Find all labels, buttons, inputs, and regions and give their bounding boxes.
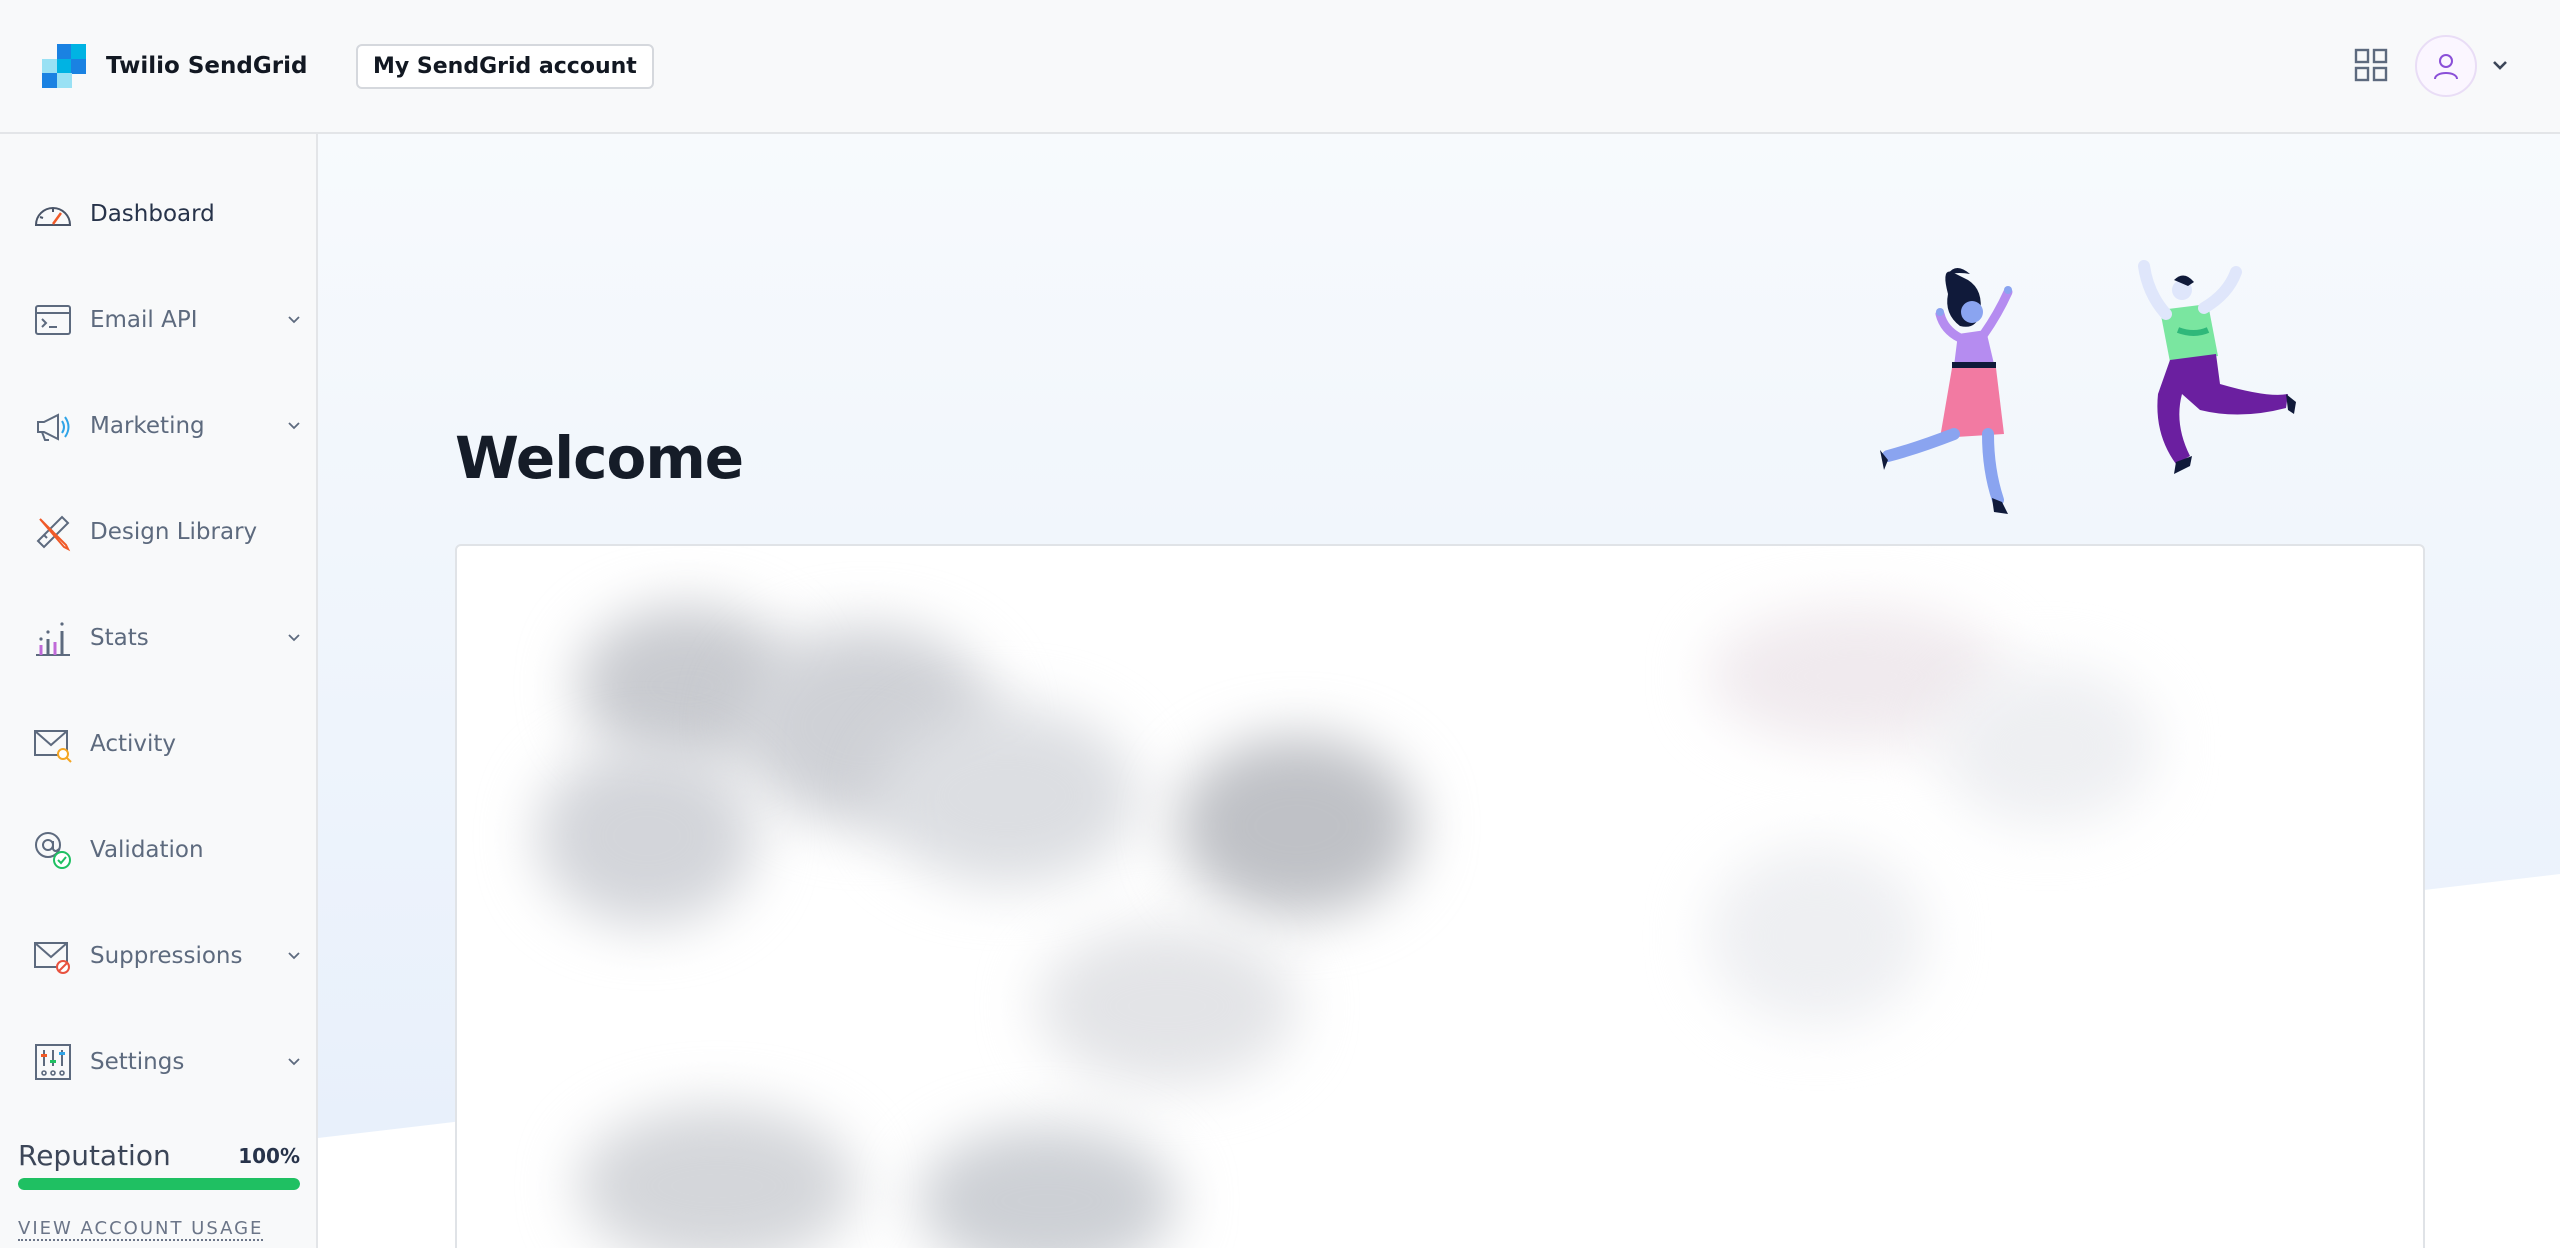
sidebar-item-design-library[interactable]: Design Library [0, 492, 316, 572]
reputation-bar [18, 1178, 300, 1190]
sidebar-item-dashboard[interactable]: Dashboard [0, 174, 316, 254]
sidebar-item-stats[interactable]: Stats [0, 598, 316, 678]
main-content: Welcome [318, 134, 2560, 1248]
sidebar-item-label: Dashboard [90, 201, 215, 227]
view-account-usage-link[interactable]: VIEW ACCOUNT USAGE [18, 1218, 264, 1241]
sidebar-item-marketing[interactable]: Marketing [0, 386, 316, 466]
celebration-illustration [1880, 260, 2296, 514]
sliders-icon [35, 1044, 71, 1080]
chevron-down-icon [288, 422, 300, 430]
top-header: Twilio SendGrid My SendGrid account [0, 0, 2560, 134]
sidebar-item-email-api[interactable]: Email API [0, 280, 316, 360]
chevron-down-icon [288, 1058, 300, 1066]
dashboard-content-card [455, 544, 2425, 1248]
chevron-down-icon [288, 634, 300, 642]
grid-icon[interactable] [2354, 48, 2388, 82]
sidebar-item-label: Validation [90, 837, 204, 863]
megaphone-icon [37, 413, 70, 441]
sidebar-item-label: Settings [90, 1049, 185, 1075]
sidebar-item-label: Activity [90, 731, 177, 757]
chevron-down-icon [288, 952, 300, 960]
sidebar-item-label: Suppressions [90, 943, 243, 969]
gauge-icon [34, 207, 72, 226]
sidebar-item-label: Design Library [90, 519, 258, 545]
envelope-search-icon [34, 730, 72, 763]
bar-chart-icon [36, 622, 70, 656]
user-icon [2434, 54, 2458, 80]
reputation-bar-fill [18, 1178, 300, 1190]
reputation-title: Reputation [18, 1139, 171, 1172]
terminal-window-icon [35, 305, 71, 335]
sidebar-item-suppressions[interactable]: Suppressions [0, 916, 316, 996]
user-avatar[interactable] [2415, 35, 2477, 97]
sidebar: Dashboard Email API Marketing Design Lib… [0, 134, 318, 1248]
sidebar-item-activity[interactable]: Activity [0, 704, 316, 784]
at-check-icon [35, 832, 71, 869]
sendgrid-logo-icon [42, 44, 86, 88]
sidebar-item-settings[interactable]: Settings [0, 1022, 316, 1102]
chevron-down-icon[interactable] [2490, 55, 2510, 75]
my-account-button[interactable]: My SendGrid account [356, 44, 654, 89]
brand-name: Twilio SendGrid [106, 53, 308, 79]
reputation-widget: Reputation 100% VIEW ACCOUNT USAGE [18, 1136, 300, 1241]
brand[interactable]: Twilio SendGrid [42, 44, 307, 88]
sidebar-item-label: Email API [90, 307, 198, 333]
sidebar-item-validation[interactable]: Validation [0, 810, 316, 890]
pencil-ruler-icon [36, 515, 71, 552]
sidebar-item-label: Marketing [90, 413, 205, 439]
sidebar-item-label: Stats [90, 625, 149, 651]
chevron-down-icon [288, 316, 300, 324]
envelope-block-icon [34, 942, 70, 974]
page-title: Welcome [455, 424, 744, 492]
reputation-value: 100% [238, 1144, 300, 1168]
